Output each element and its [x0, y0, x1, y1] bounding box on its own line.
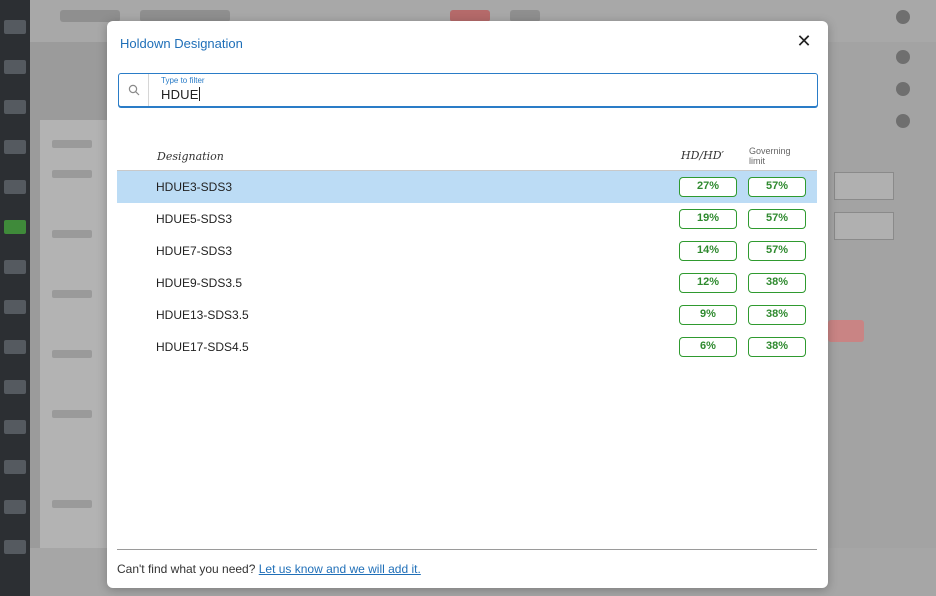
table-row[interactable]: HDUE13-SDS3.5 9% 38%: [117, 299, 817, 331]
governing-limit-badge: 57%: [748, 241, 806, 261]
table-row[interactable]: HDUE17-SDS4.5 6% 38%: [117, 331, 817, 363]
hd-ratio-badge: 12%: [679, 273, 737, 293]
hd-ratio-badge: 27%: [679, 177, 737, 197]
row-designation: HDUE13-SDS3.5: [156, 308, 249, 322]
close-icon[interactable]: ✕: [794, 31, 814, 51]
header-hd-ratio: HD/HD′: [681, 149, 725, 162]
row-designation: HDUE3-SDS3: [156, 180, 233, 194]
footer-text: Can't find what you need?: [117, 562, 256, 576]
table-row[interactable]: HDUE9-SDS3.5 12% 38%: [117, 267, 817, 299]
background-right-icons: [892, 10, 922, 140]
hd-ratio-badge: 9%: [679, 305, 737, 325]
search-icon: [119, 74, 149, 106]
row-designation: HDUE17-SDS4.5: [156, 340, 249, 354]
dialog-footer: Can't find what you need? Let us know an…: [117, 549, 817, 576]
table-row[interactable]: HDUE5-SDS3 19% 57%: [117, 203, 817, 235]
table-row[interactable]: HDUE7-SDS3 14% 57%: [117, 235, 817, 267]
table-header: Designation HD/HD′ Governing limit: [117, 141, 817, 171]
governing-limit-badge: 38%: [748, 305, 806, 325]
dialog-title: Holdown Designation: [120, 36, 243, 51]
filter-input[interactable]: Type to filter HDUE: [118, 73, 818, 107]
filter-label: Type to filter: [161, 76, 205, 85]
text-caret: [198, 87, 200, 101]
governing-limit-badge: 38%: [748, 337, 806, 357]
governing-limit-badge: 38%: [748, 273, 806, 293]
row-designation: HDUE5-SDS3: [156, 212, 233, 226]
header-governing-limit: Governing limit: [749, 146, 791, 166]
background-left-toolbar: [0, 0, 30, 596]
governing-limit-badge: 57%: [748, 177, 806, 197]
governing-limit-badge: 57%: [748, 209, 806, 229]
request-designation-link[interactable]: Let us know and we will add it.: [259, 562, 421, 576]
hd-ratio-badge: 6%: [679, 337, 737, 357]
background-side-panel: [40, 120, 110, 590]
hd-ratio-badge: 14%: [679, 241, 737, 261]
hd-ratio-badge: 19%: [679, 209, 737, 229]
table-row[interactable]: HDUE3-SDS3 27% 57%: [117, 171, 817, 203]
holdown-designation-dialog: Holdown Designation ✕ Type to filter HDU…: [107, 21, 828, 588]
header-designation: Designation: [157, 150, 224, 163]
row-designation: HDUE7-SDS3: [156, 244, 233, 258]
filter-value[interactable]: HDUE: [161, 87, 200, 102]
row-designation: HDUE9-SDS3.5: [156, 276, 243, 290]
designation-list: HDUE3-SDS3 27% 57% HDUE5-SDS3 19% 57% HD…: [117, 171, 817, 363]
